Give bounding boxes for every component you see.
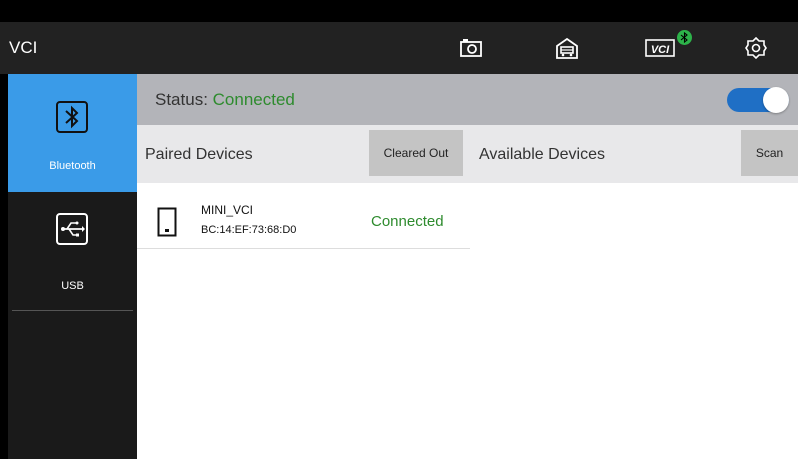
phone-icon <box>157 207 177 237</box>
device-mac-address: BC:14:EF:73:68:D0 <box>201 224 297 236</box>
usb-icon <box>55 212 89 246</box>
vci-icon[interactable]: VCI <box>645 36 675 60</box>
app-title: VCI <box>9 38 38 57</box>
scan-button[interactable]: Scan <box>741 130 798 176</box>
toggle-knob <box>763 87 789 113</box>
sidebar-item-bluetooth[interactable]: Bluetooth <box>8 74 137 192</box>
sidebar: Bluetooth USB <box>8 74 137 459</box>
device-name: MINI_VCI <box>201 203 254 217</box>
status-row: Status: Connected <box>137 74 798 125</box>
garage-icon[interactable] <box>554 36 580 60</box>
vci-icon-label: VCI <box>651 44 670 56</box>
status-value: Connected <box>212 90 295 109</box>
sidebar-item-label: USB <box>61 280 84 292</box>
sidebar-item-usb[interactable]: USB <box>8 192 137 310</box>
main-panel: Status: Connected Paired Devices Cleared… <box>137 74 798 459</box>
available-devices-title: Available Devices <box>479 146 605 163</box>
device-status: Connected <box>371 213 444 230</box>
connection-status: Status: Connected <box>155 90 295 110</box>
settings-icon[interactable] <box>743 36 769 60</box>
status-label: Status: <box>155 90 213 109</box>
paired-device-row[interactable]: MINI_VCI BC:14:EF:73:68:D0 Connected <box>137 183 470 249</box>
cleared-out-button[interactable]: Cleared Out <box>369 130 463 176</box>
system-status-bar <box>0 0 798 22</box>
paired-devices-title: Paired Devices <box>145 146 253 163</box>
devices-header-row: Paired Devices Cleared Out Available Dev… <box>137 125 798 183</box>
bluetooth-badge-icon <box>677 30 692 45</box>
sidebar-divider <box>12 310 133 311</box>
bluetooth-icon <box>55 100 89 134</box>
top-bar: VCI VCI <box>0 22 798 74</box>
bluetooth-toggle[interactable] <box>727 87 789 113</box>
sidebar-item-label: Bluetooth <box>49 160 96 172</box>
camera-icon[interactable] <box>458 36 484 60</box>
